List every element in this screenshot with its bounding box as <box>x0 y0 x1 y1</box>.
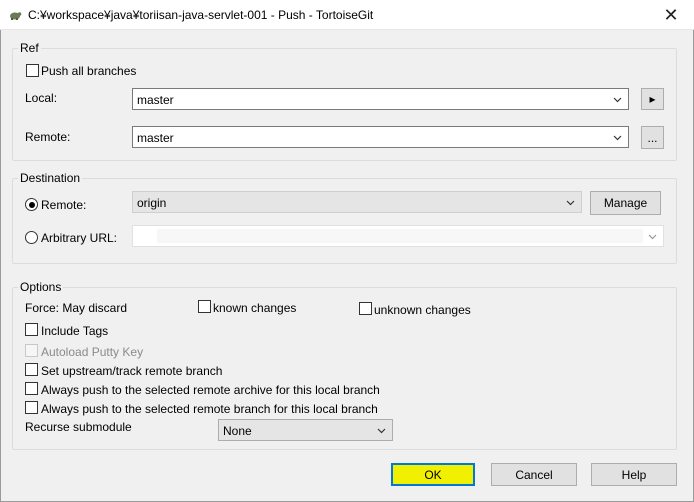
always-push-branch-checkbox[interactable] <box>25 401 38 414</box>
known-changes-checkbox[interactable] <box>198 300 211 313</box>
known-changes-label: known changes <box>213 301 297 315</box>
chevron-down-icon <box>613 135 622 141</box>
always-push-archive-label: Always push to the selected remote archi… <box>41 383 380 397</box>
recurse-submodule-label: Recurse submodule <box>25 420 132 434</box>
remote-branch-label: Remote: <box>25 130 71 144</box>
chevron-down-icon <box>613 97 622 103</box>
force-label: Force: May discard <box>25 301 128 315</box>
include-tags-checkbox[interactable] <box>25 323 38 336</box>
local-label: Local: <box>25 91 58 105</box>
help-button[interactable]: Help <box>591 463 677 486</box>
local-browse-button[interactable]: ▸ <box>641 88 664 110</box>
remote-branch-combo[interactable]: master <box>132 126 629 148</box>
remote-radio-label: Remote: <box>41 198 87 212</box>
arbitrary-url-radio[interactable] <box>25 231 38 244</box>
arbitrary-url-combo[interactable] <box>132 225 664 247</box>
local-branch-combo[interactable]: master <box>132 88 629 110</box>
destination-remote-value: origin <box>137 196 167 210</box>
chevron-down-icon <box>566 200 575 206</box>
arbitrary-url-label: Arbitrary URL: <box>41 231 118 245</box>
chevron-down-icon <box>648 234 657 240</box>
options-group-label: Options <box>18 280 64 294</box>
chevron-down-icon <box>377 428 386 434</box>
autoload-putty-checkbox[interactable] <box>25 344 38 357</box>
remote-branch-browse-button[interactable]: ... <box>641 126 664 149</box>
remote-branch-value: master <box>137 131 174 145</box>
manage-button[interactable]: Manage <box>590 191 661 215</box>
autoload-putty-label: Autoload Putty Key <box>41 345 144 359</box>
recurse-submodule-combo[interactable]: None <box>218 419 393 441</box>
unknown-changes-checkbox[interactable] <box>359 302 372 315</box>
recurse-submodule-value: None <box>223 424 252 438</box>
title-bar: C:¥workspace¥java¥toriisan-java-servlet-… <box>0 0 694 30</box>
window-title: C:¥workspace¥java¥toriisan-java-servlet-… <box>28 8 374 22</box>
set-upstream-label: Set upstream/track remote branch <box>41 364 223 378</box>
unknown-changes-label: unknown changes <box>374 303 471 317</box>
ok-button[interactable]: OK <box>391 463 475 486</box>
include-tags-label: Include Tags <box>41 324 109 338</box>
local-branch-value: master <box>137 93 174 107</box>
cancel-button[interactable]: Cancel <box>491 463 577 486</box>
destination-group-label: Destination <box>18 171 83 185</box>
always-push-branch-label: Always push to the selected remote branc… <box>41 402 378 416</box>
destination-remote-combo[interactable]: origin <box>132 191 582 213</box>
tortoisegit-app-icon <box>10 12 22 20</box>
url-field-inner <box>157 229 643 243</box>
remote-radio[interactable] <box>25 198 38 211</box>
set-upstream-checkbox[interactable] <box>25 363 38 376</box>
push-all-branches-checkbox[interactable] <box>26 64 39 77</box>
always-push-archive-checkbox[interactable] <box>25 382 38 395</box>
ref-group-label: Ref <box>18 41 41 55</box>
close-icon[interactable]: ✕ <box>648 0 694 30</box>
push-all-branches-label: Push all branches <box>41 64 137 78</box>
